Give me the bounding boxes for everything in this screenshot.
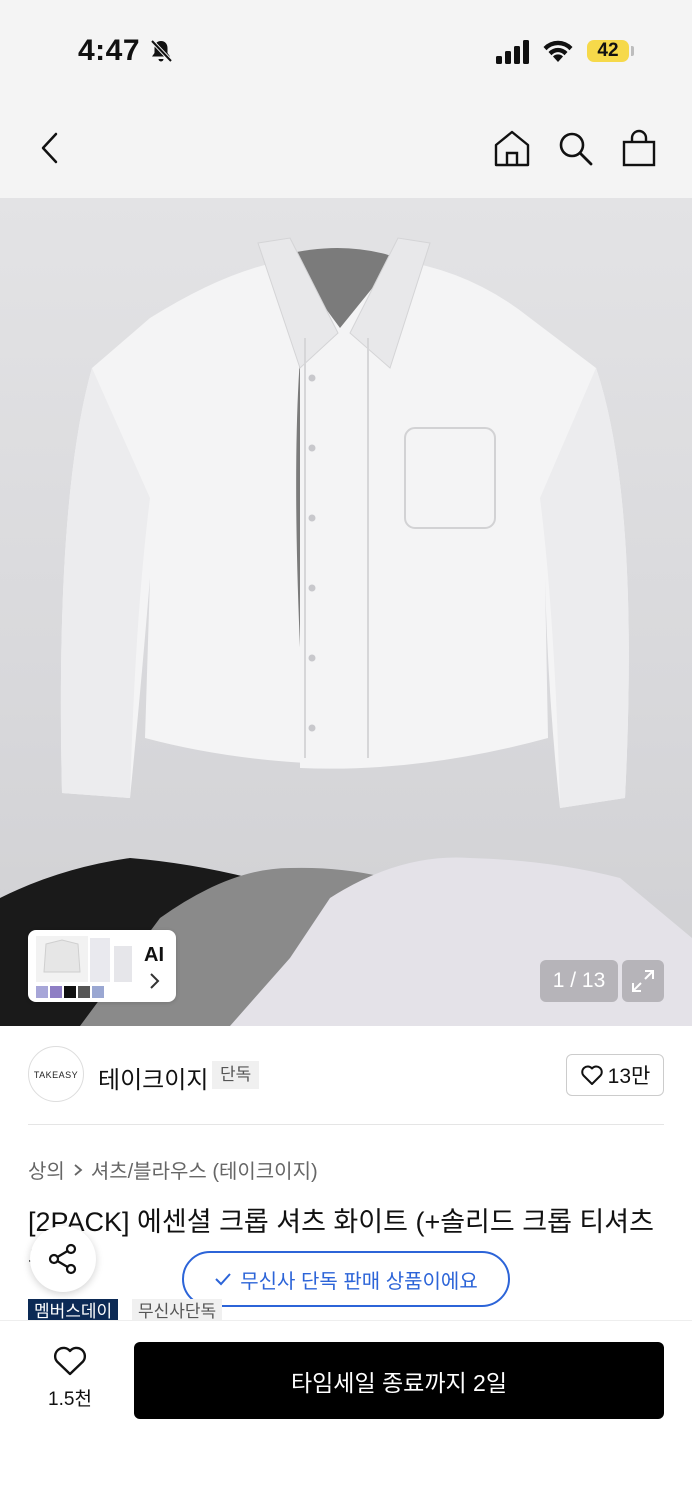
expand-icon [632, 970, 654, 992]
share-button[interactable] [30, 1226, 96, 1292]
brand-logo[interactable]: TAKEASY [28, 1046, 84, 1102]
share-icon [48, 1243, 77, 1275]
chevron-left-icon [41, 132, 58, 164]
exclusive-badge: 단독 [212, 1061, 260, 1089]
search-button[interactable] [553, 126, 597, 170]
exclusive-toast: 무신사 단독 판매 상품이에요 [182, 1251, 510, 1307]
shopping-bag-icon [622, 129, 656, 167]
home-button[interactable] [490, 126, 534, 170]
battery-tip [631, 46, 634, 56]
cellular-signal-icon [496, 40, 529, 64]
bell-off-icon [150, 39, 173, 63]
chevron-right-icon [150, 973, 160, 989]
expand-image-button[interactable] [622, 960, 664, 1002]
product-photo [0, 237, 692, 1026]
ai-thumbnail-image [36, 936, 132, 998]
brand-like-count: 13만 [607, 1065, 651, 1088]
brand-name[interactable]: 테이크이지 [98, 1060, 208, 1095]
ai-label: AI [144, 944, 164, 966]
image-page-counter: 1 / 13 [540, 960, 618, 1002]
product-like-button[interactable]: 1.5천 [40, 1345, 100, 1411]
heart-icon [580, 1065, 603, 1085]
product-image[interactable] [0, 198, 692, 1026]
home-icon [494, 130, 530, 167]
breadcrumb-subcategory[interactable]: 셔츠/블라우스 (테이크이지) [91, 1155, 318, 1184]
brand-like-button[interactable]: 13만 [566, 1054, 664, 1096]
battery-indicator: 42 [587, 40, 629, 62]
back-button[interactable] [28, 126, 72, 170]
breadcrumb: 상의 셔츠/블라우스 (테이크이지) [28, 1155, 318, 1184]
check-icon [215, 1273, 231, 1286]
chevron-right-icon [74, 1163, 83, 1176]
status-time: 4:47 [78, 34, 141, 67]
wifi-icon [543, 40, 573, 62]
breadcrumb-category[interactable]: 상의 [28, 1155, 65, 1184]
buy-button[interactable]: 타임세일 종료까지 2일 [134, 1342, 664, 1419]
toast-text: 무신사 단독 판매 상품이에요 [240, 1270, 478, 1293]
section-divider [28, 1124, 664, 1125]
search-icon [559, 132, 593, 166]
cart-button[interactable] [617, 126, 661, 170]
heart-icon [53, 1346, 87, 1376]
product-like-count: 1.5천 [48, 1389, 92, 1410]
